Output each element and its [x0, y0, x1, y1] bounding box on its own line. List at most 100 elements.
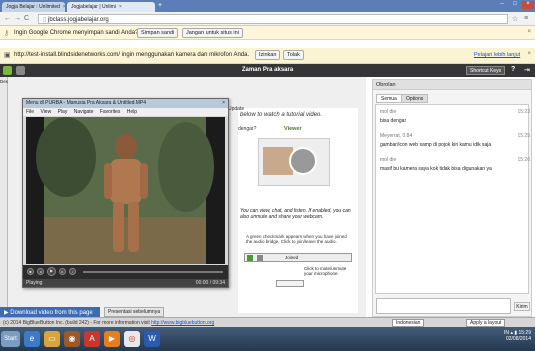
address-bar-row: ← → C ▯ jbclass.jogjabelajar.org ☆ ≡ [0, 12, 535, 26]
infobar-message: http://test-install.blindsidenetworks.co… [14, 52, 250, 58]
taskbar: Start e ▭ ◉ A ▶ ◎ W IN ▴ ▮ 15:29 02/08/2… [0, 327, 535, 351]
bookmark-star-icon[interactable]: ☆ [512, 15, 518, 23]
video-frame[interactable] [26, 117, 225, 264]
learn-more-link[interactable]: Pelajari lebih lanjut [474, 52, 520, 58]
presentation-tab[interactable]: Presentasi sebelumnya [104, 307, 164, 317]
allow-button[interactable]: Izinkan [255, 50, 281, 60]
tutorial-description: You can view, chat, and listen. If enabl… [240, 208, 351, 220]
player-menubar: File View Play Navigate Favorites Help [23, 108, 228, 116]
close-icon[interactable]: × [527, 29, 531, 35]
menu-item[interactable]: Play [58, 109, 68, 115]
mute-note: Click to mute/unmute your microphone. [304, 266, 347, 276]
deny-button[interactable]: Tolak [283, 50, 304, 60]
save-password-button[interactable]: Simpan sandi [137, 28, 179, 38]
desktop-panel: Desktop [0, 77, 17, 317]
chat-panel: Obrolan Semua Options mol die 15:23 bisa… [372, 79, 532, 317]
layout-select[interactable]: Apply a layout [466, 319, 506, 327]
menu-item[interactable]: View [40, 109, 51, 115]
chat-title: Obrolan [376, 82, 396, 88]
start-button[interactable]: Start [1, 331, 20, 347]
volume-icon[interactable]: ♪ [69, 268, 76, 275]
menu-item[interactable]: File [26, 109, 34, 115]
webcam-preview [258, 138, 330, 186]
close-icon[interactable]: × [527, 51, 531, 57]
logout-icon[interactable]: ⇥ [524, 66, 530, 74]
chat-message: Meyerrat, 0.84 15:25 gambar/icon web sam… [380, 133, 530, 148]
minimize-icon[interactable]: – [496, 1, 508, 9]
tutorial-panel: below to watch a tutorial video. dengar?… [238, 108, 358, 313]
browser-tab-2[interactable]: Jogjabelajar | Unlimi × [67, 2, 155, 12]
tutorial-fragment: Update [228, 106, 245, 112]
app-title: Zaman Pra aksara [241, 67, 294, 73]
headset-icon[interactable] [257, 255, 263, 261]
menu-item[interactable]: Help [127, 109, 137, 115]
tutorial-heading: below to watch a tutorial video. [240, 112, 323, 118]
never-save-button[interactable]: Jangan untuk situs ini [182, 28, 243, 38]
checkmark-icon[interactable] [247, 255, 253, 261]
media-player-window[interactable]: Menu dl PURBA - Manusia Pra Aksara & Unt… [22, 98, 229, 288]
menu-item[interactable]: Favorites [100, 109, 121, 115]
ie-icon[interactable]: e [24, 331, 40, 347]
folder-icon[interactable]: ▭ [44, 331, 60, 347]
infobar-message: Ingin Google Chrome menyimpan sandi Anda… [14, 30, 139, 36]
url-text: jbclass.jogjabelajar.org [47, 17, 109, 23]
seek-bar[interactable] [83, 271, 223, 273]
close-icon[interactable]: × [119, 4, 122, 10]
download-video-bar[interactable]: ▶ Download video from this page [0, 307, 100, 317]
chrome-icon[interactable]: ◎ [124, 331, 140, 347]
send-button[interactable]: Kirim [514, 302, 530, 311]
forward-icon[interactable]: → [14, 15, 21, 22]
media-app-icon[interactable]: ◉ [64, 331, 80, 347]
copyright-text: (c) 2014 BigBlueButton Inc. (build 242) … [3, 320, 215, 326]
play-time: 00:00 / 09:34 [195, 280, 225, 286]
player-controls: ■ ◂ ▶ ▸ ♪ [23, 265, 228, 279]
key-icon: ⚷ [4, 30, 10, 37]
audio-note: A green checkmark appears when you have … [246, 234, 347, 244]
play-icon[interactable]: ▶ [47, 267, 56, 276]
menu-icon[interactable]: ≡ [524, 15, 528, 22]
viewer-label: Viewer [284, 126, 302, 132]
menu-item[interactable]: Navigate [74, 109, 94, 115]
chat-time: 15:23 [517, 109, 530, 115]
new-tab-button[interactable]: + [158, 2, 162, 9]
language-select[interactable]: Indonesian [392, 319, 425, 327]
tutorial-fragment: dengar? [238, 126, 257, 132]
close-icon[interactable]: × [63, 4, 65, 10]
camera-icon: ▣ [4, 52, 11, 59]
help-button[interactable]: ? [511, 66, 515, 73]
media-permission-infobar: ▣ http://test-install.blindsidenetworks.… [0, 48, 535, 64]
page-icon: ▯ [43, 17, 47, 23]
chat-message: mol die 15:26 masif bu kamera saya kok t… [380, 157, 530, 172]
tab-label: Jogja Belajar : Unlimited [6, 4, 60, 10]
chat-time: 15:25 [517, 133, 530, 139]
back-icon[interactable]: ← [4, 15, 11, 22]
player-app-icon[interactable]: ▶ [104, 331, 120, 347]
chat-text: bisa dengar [380, 118, 407, 124]
shortcut-keys-button[interactable]: Shortcut Keys [466, 66, 506, 75]
tab-semua[interactable]: Semua [376, 94, 402, 103]
mute-toggle[interactable] [276, 280, 304, 287]
reload-icon[interactable]: C [24, 15, 29, 22]
download-label: Download video from this page [10, 310, 93, 316]
tab-label: Jogjabelajar | Unlimi [71, 4, 116, 10]
chat-log: mol die 15:23 bisa dengar Meyerrat, 0.84… [375, 104, 530, 294]
window-close-icon[interactable]: × [522, 1, 534, 9]
tab-options[interactable]: Options [401, 94, 429, 103]
url-field[interactable]: ▯ jbclass.jogjabelajar.org [38, 14, 508, 24]
acrobat-icon[interactable]: A [84, 331, 100, 347]
prev-icon[interactable]: ◂ [37, 268, 44, 275]
chat-sender: mol die [380, 157, 397, 163]
next-icon[interactable]: ▸ [59, 268, 66, 275]
bbb-link[interactable]: http://www.bigbluebutton.org [151, 320, 214, 326]
word-icon[interactable]: W [144, 331, 160, 347]
clock-date: 02/08/2014 [505, 336, 531, 342]
browser-tab-1[interactable]: Jogja Belajar : Unlimited × [2, 2, 65, 12]
maximize-icon[interactable]: □ [509, 1, 521, 9]
system-tray: IN ▴ ▮ 15:29 02/08/2014 [504, 330, 531, 342]
player-titlebar[interactable]: Menu dl PURBA - Manusia Pra Aksara & Unt… [23, 99, 228, 108]
stop-icon[interactable]: ■ [27, 268, 34, 275]
close-icon[interactable]: × [222, 100, 225, 106]
chat-message: mol die 15:23 bisa dengar [380, 109, 530, 124]
chat-input[interactable] [376, 298, 511, 314]
app-footer: (c) 2014 BigBlueButton Inc. (build 242) … [0, 317, 535, 327]
